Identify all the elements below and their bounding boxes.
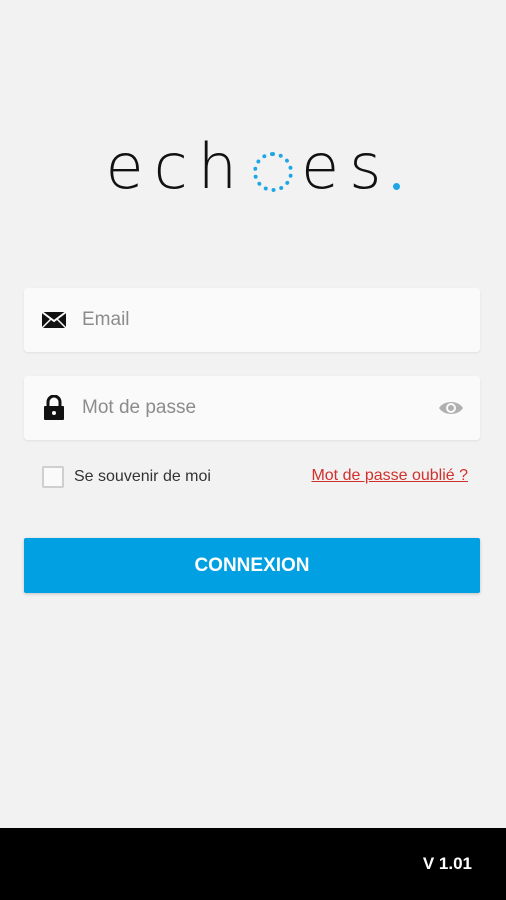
- remember-label: Se souvenir de moi: [74, 468, 211, 485]
- version-label: V 1.01: [422, 854, 472, 873]
- app-logo: ech es: [0, 108, 506, 198]
- eye-icon[interactable]: [436, 396, 466, 420]
- lock-icon: [38, 395, 70, 420]
- forgot-password-link[interactable]: Mot de passe oublié ?: [311, 467, 468, 485]
- email-field[interactable]: [24, 288, 480, 352]
- password-input[interactable]: [80, 396, 436, 420]
- logo-wordmark: ech es: [106, 136, 401, 198]
- login-button[interactable]: CONNEXION: [24, 538, 480, 593]
- logo-dot: [393, 183, 401, 190]
- footer-bar: V 1.01: [0, 828, 506, 900]
- password-field[interactable]: [24, 376, 480, 440]
- envelope-icon: [38, 308, 70, 332]
- email-input[interactable]: [80, 308, 480, 332]
- remember-me[interactable]: Se souvenir de moi: [42, 466, 211, 488]
- logo-text-end: es: [301, 130, 392, 203]
- remember-checkbox[interactable]: [42, 466, 64, 488]
- logo-text-start: ech: [105, 130, 248, 203]
- logo-dotted-o: [253, 152, 294, 192]
